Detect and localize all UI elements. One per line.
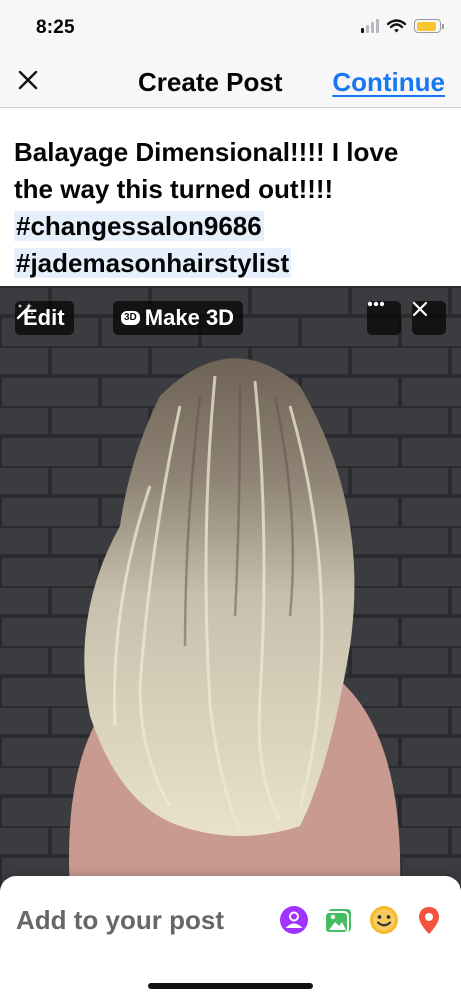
remove-photo-button[interactable] <box>412 301 446 335</box>
edit-photo-button[interactable]: Edit <box>15 301 74 335</box>
add-to-post-label: Add to your post <box>16 905 224 935</box>
3d-icon: 3D <box>121 311 140 325</box>
battery-icon <box>414 19 444 33</box>
photo-video-icon <box>324 909 351 934</box>
tag-people-button[interactable] <box>278 904 310 936</box>
hashtag: #jademasonhairstylist <box>14 248 292 278</box>
add-to-post-sheet[interactable]: Add to your post <box>0 876 461 1000</box>
close-button[interactable] <box>14 66 42 94</box>
magic-wand-icon <box>16 303 34 320</box>
post-caption-text: Balayage Dimensional!!!! I love the way … <box>14 137 399 204</box>
feeling-activity-button[interactable] <box>368 904 400 936</box>
status-icons <box>361 19 444 33</box>
feeling-icon <box>370 906 398 934</box>
battery-level <box>416 21 437 31</box>
home-indicator[interactable] <box>148 983 313 989</box>
signal-icon <box>361 19 379 33</box>
status-bar: 8:25 <box>0 0 461 56</box>
attached-photo[interactable]: Edit 3D Make 3D <box>0 286 461 891</box>
add-to-post-icons <box>278 904 445 936</box>
check-in-button[interactable] <box>413 904 445 936</box>
post-text-input[interactable]: Balayage Dimensional!!!! I love the way … <box>14 134 444 282</box>
make-3d-button[interactable]: 3D Make 3D <box>113 301 244 335</box>
location-icon <box>419 907 439 934</box>
tag-people-icon <box>280 906 308 934</box>
make-3d-label: Make 3D <box>144 305 235 330</box>
close-icon <box>18 70 38 90</box>
hair-photo-image <box>0 286 461 891</box>
continue-button[interactable]: Continue <box>332 67 445 98</box>
page-title: Create Post <box>138 67 283 97</box>
create-post-header: Create Post Continue <box>0 56 461 108</box>
photo-video-button[interactable] <box>323 904 355 936</box>
status-time: 8:25 <box>36 17 75 38</box>
more-options-button[interactable] <box>367 301 401 335</box>
hashtag: #changessalon9686 <box>14 211 264 241</box>
close-icon <box>412 301 428 317</box>
more-icon <box>367 301 385 307</box>
wifi-icon <box>387 19 406 33</box>
